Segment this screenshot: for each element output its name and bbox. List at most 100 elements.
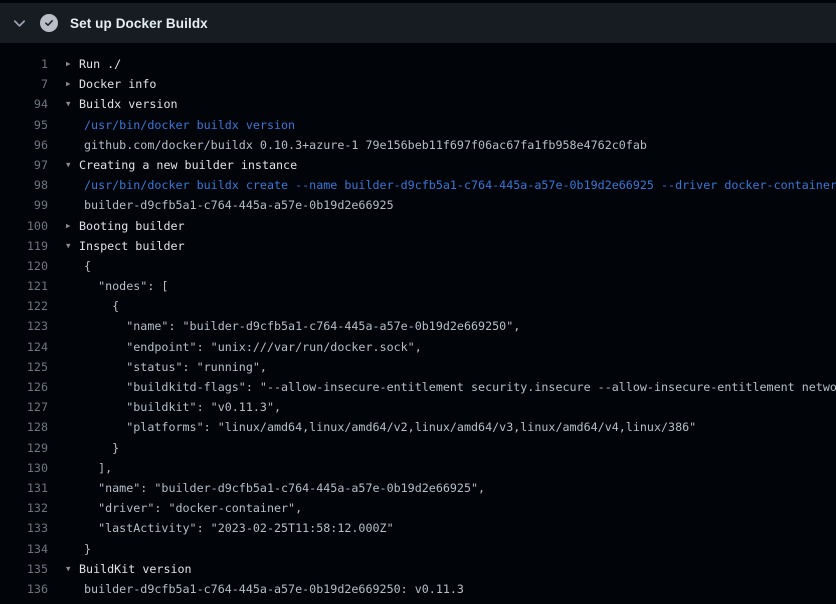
line-number[interactable]: 100 bbox=[0, 216, 48, 236]
log-line[interactable]: 1 ▶ Run ./ bbox=[0, 54, 836, 74]
disclosure-triangle-icon bbox=[66, 195, 84, 215]
disclosure-triangle-icon bbox=[66, 175, 84, 195]
line-text: "buildkitd-flags": "--allow-insecure-ent… bbox=[84, 377, 836, 397]
line-number[interactable]: 95 bbox=[0, 115, 48, 135]
log-line[interactable]: 94 ▼ Buildx version bbox=[0, 94, 836, 114]
line-number[interactable]: 1 bbox=[0, 54, 48, 74]
line-text[interactable]: Run ./ bbox=[79, 54, 121, 74]
line-text: "lastActivity": "2023-02-25T11:58:12.000… bbox=[84, 518, 394, 538]
log-line: 95 /usr/bin/docker buildx version bbox=[0, 115, 836, 135]
line-text: } bbox=[84, 539, 91, 559]
disclosure-triangle-icon bbox=[66, 256, 84, 276]
log-line: 99 builder-d9cfb5a1-c764-445a-a57e-0b19d… bbox=[0, 195, 836, 215]
disclosure-triangle-icon bbox=[66, 539, 84, 559]
line-number[interactable]: 135 bbox=[0, 559, 48, 579]
line-number[interactable]: 7 bbox=[0, 74, 48, 94]
line-text: "nodes": [ bbox=[84, 276, 168, 296]
disclosure-triangle-icon[interactable]: ▶ bbox=[66, 74, 79, 94]
disclosure-triangle-icon[interactable]: ▶ bbox=[66, 54, 79, 74]
log-line[interactable]: 97 ▼ Creating a new builder instance bbox=[0, 155, 836, 175]
disclosure-triangle-icon[interactable]: ▼ bbox=[66, 94, 79, 114]
line-number[interactable]: 133 bbox=[0, 518, 48, 538]
line-text: } bbox=[84, 438, 119, 458]
line-number[interactable]: 98 bbox=[0, 175, 48, 195]
log-line: 133 "lastActivity": "2023-02-25T11:58:12… bbox=[0, 518, 836, 538]
line-number[interactable]: 96 bbox=[0, 135, 48, 155]
log-line: 128 "platforms": "linux/amd64,linux/amd6… bbox=[0, 417, 836, 437]
disclosure-triangle-icon bbox=[66, 296, 84, 316]
disclosure-triangle-icon bbox=[66, 377, 84, 397]
log-line: 120 { bbox=[0, 256, 836, 276]
line-number[interactable]: 99 bbox=[0, 195, 48, 215]
line-text: "platforms": "linux/amd64,linux/amd64/v2… bbox=[84, 417, 696, 437]
line-number[interactable]: 125 bbox=[0, 357, 48, 377]
line-number[interactable]: 127 bbox=[0, 397, 48, 417]
line-number[interactable]: 126 bbox=[0, 377, 48, 397]
line-number[interactable]: 129 bbox=[0, 438, 48, 458]
log-line[interactable]: 135 ▼ BuildKit version bbox=[0, 559, 836, 579]
disclosure-triangle-icon bbox=[66, 478, 84, 498]
line-number[interactable]: 120 bbox=[0, 256, 48, 276]
log-line[interactable]: 100 ▶ Booting builder bbox=[0, 216, 836, 236]
disclosure-triangle-icon bbox=[66, 397, 84, 417]
chevron-down-icon bbox=[12, 16, 27, 31]
line-text: github.com/docker/buildx 0.10.3+azure-1 … bbox=[84, 135, 647, 155]
log-line: 123 "name": "builder-d9cfb5a1-c764-445a-… bbox=[0, 316, 836, 336]
line-number[interactable]: 131 bbox=[0, 478, 48, 498]
log-line: 96 github.com/docker/buildx 0.10.3+azure… bbox=[0, 135, 836, 155]
disclosure-triangle-icon bbox=[66, 518, 84, 538]
line-number[interactable]: 123 bbox=[0, 316, 48, 336]
log-line: 98 /usr/bin/docker buildx create --name … bbox=[0, 175, 836, 195]
line-text[interactable]: Inspect builder bbox=[79, 236, 185, 256]
line-text: /usr/bin/docker buildx create --name bui… bbox=[84, 175, 836, 195]
disclosure-triangle-icon[interactable]: ▼ bbox=[66, 559, 79, 579]
line-number[interactable]: 128 bbox=[0, 417, 48, 437]
line-text: "driver": "docker-container", bbox=[84, 498, 302, 518]
disclosure-triangle-icon bbox=[66, 316, 84, 336]
line-number[interactable]: 94 bbox=[0, 94, 48, 114]
log-line: 124 "endpoint": "unix:///var/run/docker.… bbox=[0, 337, 836, 357]
disclosure-triangle-icon bbox=[66, 438, 84, 458]
line-text: "name": "builder-d9cfb5a1-c764-445a-a57e… bbox=[84, 478, 485, 498]
line-text: { bbox=[84, 296, 119, 316]
disclosure-triangle-icon bbox=[66, 579, 84, 599]
workflow-log-viewer: Set up Docker Buildx 1 ▶ Run ./ 7 ▶ Dock… bbox=[0, 0, 836, 604]
status-check-circle-icon bbox=[40, 14, 58, 32]
disclosure-triangle-icon[interactable]: ▶ bbox=[66, 216, 79, 236]
line-number[interactable]: 130 bbox=[0, 458, 48, 478]
disclosure-triangle-icon bbox=[66, 135, 84, 155]
log-line: 126 "buildkitd-flags": "--allow-insecure… bbox=[0, 377, 836, 397]
line-text: ], bbox=[84, 458, 112, 478]
line-number[interactable]: 124 bbox=[0, 337, 48, 357]
log-line[interactable]: 7 ▶ Docker info bbox=[0, 74, 836, 94]
log-line: 136 builder-d9cfb5a1-c764-445a-a57e-0b19… bbox=[0, 579, 836, 599]
line-number[interactable]: 119 bbox=[0, 236, 48, 256]
line-number[interactable]: 134 bbox=[0, 539, 48, 559]
disclosure-triangle-icon bbox=[66, 357, 84, 377]
log-line[interactable]: 119 ▼ Inspect builder bbox=[0, 236, 836, 256]
line-text: builder-d9cfb5a1-c764-445a-a57e-0b19d2e6… bbox=[84, 195, 394, 215]
disclosure-triangle-icon bbox=[66, 458, 84, 478]
line-text[interactable]: Creating a new builder instance bbox=[79, 155, 297, 175]
line-text[interactable]: Booting builder bbox=[79, 216, 185, 236]
line-number[interactable]: 122 bbox=[0, 296, 48, 316]
line-number[interactable]: 132 bbox=[0, 498, 48, 518]
line-text[interactable]: Docker info bbox=[79, 74, 156, 94]
log-line: 127 "buildkit": "v0.11.3", bbox=[0, 397, 836, 417]
line-text[interactable]: Buildx version bbox=[79, 94, 178, 114]
log-line: 130 ], bbox=[0, 458, 836, 478]
disclosure-triangle-icon[interactable]: ▼ bbox=[66, 236, 79, 256]
disclosure-triangle-icon bbox=[66, 498, 84, 518]
line-text: /usr/bin/docker buildx version bbox=[84, 115, 295, 135]
disclosure-triangle-icon[interactable]: ▼ bbox=[66, 155, 79, 175]
log-lines: 1 ▶ Run ./ 7 ▶ Docker info 94 ▼ Buildx v… bbox=[0, 43, 836, 604]
line-number[interactable]: 136 bbox=[0, 579, 48, 599]
line-text[interactable]: BuildKit version bbox=[79, 559, 192, 579]
line-number[interactable]: 121 bbox=[0, 276, 48, 296]
line-text: "buildkit": "v0.11.3", bbox=[84, 397, 281, 417]
line-text: "status": "running", bbox=[84, 357, 267, 377]
log-line: 131 "name": "builder-d9cfb5a1-c764-445a-… bbox=[0, 478, 836, 498]
line-number[interactable]: 97 bbox=[0, 155, 48, 175]
step-header[interactable]: Set up Docker Buildx bbox=[0, 3, 836, 43]
log-line: 125 "status": "running", bbox=[0, 357, 836, 377]
